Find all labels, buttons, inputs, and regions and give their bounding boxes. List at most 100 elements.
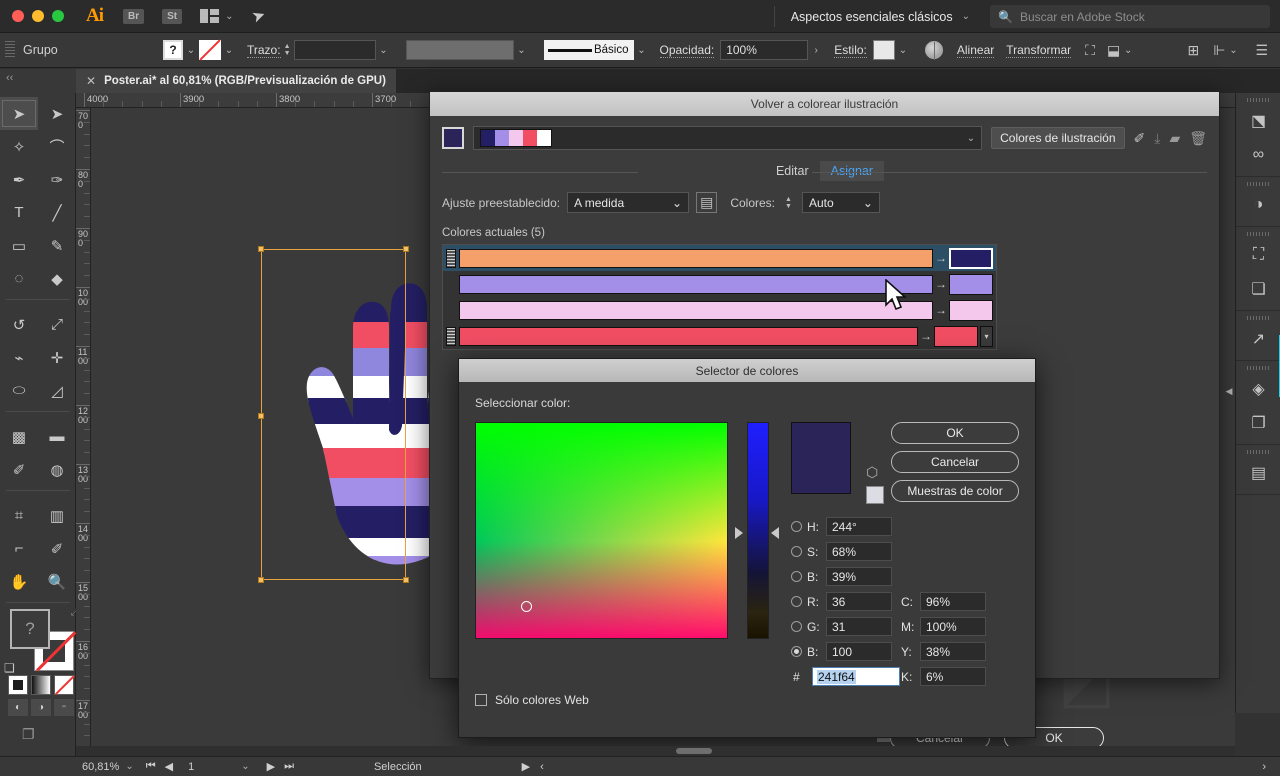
- hue-field[interactable]: 244°: [826, 517, 892, 536]
- list-icon[interactable]: ☰: [1255, 42, 1268, 59]
- dock-grip[interactable]: [1247, 232, 1269, 236]
- prev-page-icon[interactable]: ◀: [165, 760, 173, 773]
- chevron-down-icon[interactable]: ⌄: [241, 761, 249, 772]
- fill-color-indicator[interactable]: ?: [10, 609, 50, 649]
- scrollbar-thumb[interactable]: [676, 748, 712, 754]
- align-button[interactable]: Alinear: [956, 43, 995, 58]
- none-mode-icon[interactable]: [54, 675, 74, 695]
- preset-select[interactable]: A medida ⌄: [567, 192, 690, 213]
- table-row[interactable]: → ▾: [443, 323, 996, 349]
- slider-arrow-right[interactable]: [771, 527, 779, 539]
- minimize-window-button[interactable]: [32, 10, 44, 22]
- symbol-sprayer-tool[interactable]: ⌗: [0, 499, 38, 532]
- workspace-switcher[interactable]: Aspectos esenciales clásicos ⌄: [773, 6, 970, 27]
- palette-swatch[interactable]: [481, 130, 495, 146]
- creative-cloud-libraries-icon[interactable]: ∞: [1236, 138, 1280, 172]
- current-color-bar[interactable]: [459, 274, 933, 294]
- toolbar-collapse-button[interactable]: ‹‹: [0, 69, 76, 93]
- 3d-and-materials-icon[interactable]: ⬔: [1236, 104, 1280, 138]
- maximize-window-button[interactable]: [52, 10, 64, 22]
- artwork-colors-button[interactable]: Colores de ilustración: [991, 127, 1125, 149]
- color-list-icon[interactable]: ▤: [696, 192, 718, 213]
- tab-asignar[interactable]: Asignar: [819, 161, 885, 181]
- brightness-field[interactable]: 39%: [826, 567, 892, 586]
- green-field[interactable]: 31: [826, 617, 892, 636]
- red-radio[interactable]: [791, 596, 802, 607]
- row-grip[interactable]: [446, 248, 456, 268]
- column-graph-tool[interactable]: ▥: [38, 499, 76, 532]
- scale-tool[interactable]: ⤢: [38, 308, 76, 341]
- recolor-main-swatch[interactable]: [442, 127, 464, 149]
- dock-grip[interactable]: [1247, 182, 1269, 186]
- black-field[interactable]: 6%: [920, 667, 986, 686]
- draw-normal-icon[interactable]: ◐: [8, 699, 28, 716]
- eraser-tool[interactable]: ◆: [38, 262, 76, 295]
- dock-grip[interactable]: [1247, 366, 1269, 370]
- blue-radio[interactable]: [791, 646, 802, 657]
- control-bar-grip[interactable]: [5, 41, 15, 59]
- web-safe-swatch-icon[interactable]: [866, 486, 884, 504]
- artboards-icon[interactable]: ❐: [1236, 406, 1280, 440]
- selection-bounding-box[interactable]: [258, 246, 409, 583]
- stroke-weight-stepper[interactable]: ▲ ▼: [284, 43, 291, 57]
- close-icon[interactable]: ✕: [86, 74, 96, 88]
- tab-editar[interactable]: Editar: [765, 161, 820, 181]
- properties-icon[interactable]: ⛶: [1236, 238, 1280, 272]
- saturation-field[interactable]: 68%: [826, 542, 892, 561]
- color-mode-icon[interactable]: [8, 675, 28, 695]
- cancel-button[interactable]: Cancelar: [891, 451, 1019, 473]
- colors-select[interactable]: Auto ⌄: [801, 192, 880, 213]
- new-color-swatch[interactable]: [949, 247, 993, 269]
- new-color-swatch[interactable]: [949, 273, 993, 295]
- palette-swatch[interactable]: [537, 130, 551, 146]
- blend-tool[interactable]: ◍: [38, 453, 76, 486]
- swatches-button[interactable]: Muestras de color: [891, 480, 1019, 502]
- default-fill-stroke-icon[interactable]: ❑: [4, 661, 15, 675]
- lasso-tool[interactable]: ⌒: [38, 130, 76, 163]
- opacity-field[interactable]: 100%: [720, 40, 809, 60]
- perspective-grid-tool[interactable]: ◿: [38, 374, 76, 407]
- selection-handle[interactable]: [403, 246, 409, 252]
- layers-icon[interactable]: ◈: [1236, 372, 1280, 406]
- dock-grip[interactable]: [1247, 450, 1269, 454]
- selection-handle[interactable]: [258, 246, 264, 252]
- current-color-bar[interactable]: [459, 248, 933, 268]
- export-icon[interactable]: ↗: [1236, 322, 1280, 356]
- draw-inside-icon[interactable]: ◓: [54, 699, 74, 716]
- stroke-profile-preview[interactable]: [405, 40, 514, 60]
- table-row[interactable]: →: [443, 297, 996, 323]
- paintbrush-tool[interactable]: ✎: [38, 229, 76, 262]
- colors-stepper[interactable]: ▲ ▼: [785, 196, 792, 210]
- zoom-control[interactable]: 60,81% ⌄: [76, 761, 134, 773]
- gradient-mode-icon[interactable]: [31, 675, 51, 695]
- arrange-dropdown-icon[interactable]: ⌄: [1120, 40, 1136, 60]
- web-only-checkbox[interactable]: [475, 694, 487, 706]
- stroke-dropdown-icon[interactable]: ⌄: [221, 40, 237, 60]
- align-icon[interactable]: ▤: [1236, 456, 1280, 490]
- rotate-tool[interactable]: ↺: [0, 308, 38, 341]
- new-color-swatch[interactable]: [949, 299, 993, 321]
- gradient-tool[interactable]: ▬: [38, 420, 76, 453]
- yellow-field[interactable]: 38%: [920, 642, 986, 661]
- style-dropdown-icon[interactable]: ⌄: [895, 40, 911, 60]
- brightness-radio[interactable]: [791, 571, 802, 582]
- dock-grip[interactable]: [1247, 316, 1269, 320]
- blue-field[interactable]: 100: [826, 642, 892, 661]
- arrange-documents-button[interactable]: ⌄: [200, 9, 234, 23]
- pathfinder-icon[interactable]: ❏: [1236, 272, 1280, 306]
- slider-arrow-left[interactable]: [735, 527, 743, 539]
- stock-search-field[interactable]: 🔍 Buscar en Adobe Stock: [990, 5, 1270, 28]
- new-color-swatch[interactable]: [934, 325, 978, 347]
- brightness-slider[interactable]: [747, 422, 769, 639]
- last-page-icon[interactable]: ⏭: [284, 760, 294, 773]
- curvature-tool[interactable]: ✑: [38, 163, 76, 196]
- artboard-number[interactable]: 1: [188, 761, 194, 773]
- folder-icon[interactable]: ▰: [1169, 130, 1180, 147]
- graphic-style-swatch[interactable]: [872, 40, 895, 60]
- eyedropper-tool[interactable]: ✐: [0, 453, 38, 486]
- selection-tool[interactable]: ➤: [0, 97, 38, 130]
- fill-dropdown-icon[interactable]: ⌄: [183, 40, 199, 60]
- vertical-ruler[interactable]: 700 800 900 1000 1100 1200 1300 1400 1500 1600 170…: [76, 108, 91, 756]
- pen-tool[interactable]: ✒: [0, 163, 38, 196]
- row-grip[interactable]: [446, 301, 456, 320]
